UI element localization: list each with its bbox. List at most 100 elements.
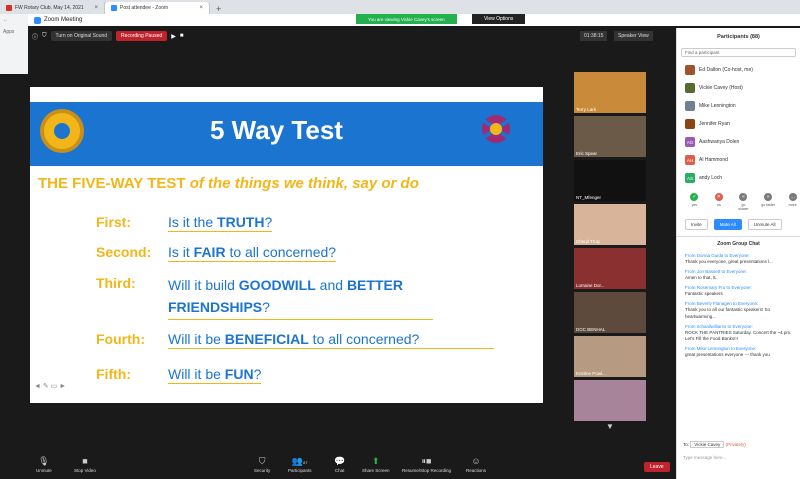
private-label: (Privately): [725, 442, 746, 447]
question-text: Is it FAIR to all concerned?: [168, 244, 337, 262]
reactions-button[interactable]: ☺ Reactions: [466, 456, 486, 473]
browser-tab-rotary[interactable]: FW Rotary Club, May 14, 2021 ×: [0, 2, 105, 14]
back-icon[interactable]: ←: [0, 14, 28, 26]
video-tile[interactable]: Terry Lark: [574, 72, 646, 113]
question-label: Fifth:: [96, 366, 131, 382]
question-label: First:: [96, 214, 131, 230]
share-screen-icon: ⬆: [371, 456, 380, 466]
participants-button[interactable]: 👥87 Participants: [288, 456, 312, 473]
close-tab-icon[interactable]: ×: [94, 5, 98, 11]
microphone-muted-icon: 🎙: [38, 456, 50, 466]
video-tile[interactable]: [574, 380, 646, 421]
browser-sidebar: ← Apps: [0, 14, 28, 74]
participants-panel: Participants (88) Find a participant Ed …: [676, 28, 800, 479]
recipient-select[interactable]: Vickie Cavey: [690, 441, 725, 448]
avatar: [685, 65, 695, 75]
apps-label[interactable]: Apps: [0, 26, 28, 38]
chat-recipient: To: Vickie Cavey (Privately): [683, 441, 746, 448]
browser-tab-label: FW Rotary Club, May 14, 2021: [15, 5, 84, 11]
resume-recording-icon[interactable]: ▶: [171, 33, 176, 40]
shield-icon: ⛉: [258, 456, 266, 466]
unmute-all-button[interactable]: Unmute All: [747, 219, 782, 230]
close-tab-icon[interactable]: ×: [199, 5, 203, 11]
meeting-controls: 🎙 Unmute ■ Stop Video ⛉ Security 👥87 Partici…: [28, 454, 675, 479]
chat-message: From Donna Guida to Everyone: Thank you e…: [685, 253, 773, 265]
question-label: Second:: [96, 244, 152, 260]
participant-row[interactable]: AS andy Loch: [677, 169, 800, 187]
info-icon[interactable]: ⓘ: [32, 32, 38, 41]
video-gallery: Terry Lark Eric Spear NT_Mfenger Cheryl …: [574, 72, 648, 424]
share-screen-button[interactable]: ⬆ Share Screen: [362, 456, 390, 473]
viewing-screen-banner: You are viewing Vickie Cavey's screen: [356, 14, 457, 24]
view-options-button[interactable]: View Options: [472, 14, 526, 24]
avatar: AG: [685, 137, 695, 147]
leave-button[interactable]: Leave: [644, 462, 670, 472]
chat-icon: 💬: [334, 456, 346, 466]
gallery-down-arrow-icon[interactable]: ▼: [606, 422, 614, 431]
window-title: Zoom Meeting: [44, 17, 83, 23]
chat-message: From richardwilliams to Everyone: ROCK TH…: [685, 323, 792, 341]
participant-row[interactable]: Ed Dalton (Co-host, me): [677, 61, 800, 79]
chat-message: From Mike Lennington to Everyone: great p…: [685, 345, 770, 357]
zoom-window: Zoom Meeting You are viewing Vickie Cave…: [28, 14, 800, 479]
meeting-timer: 01:38:15: [580, 31, 608, 41]
invite-button[interactable]: Invite: [685, 219, 708, 230]
security-button[interactable]: ⛉ Security: [254, 456, 270, 473]
stop-recording-icon[interactable]: ■: [180, 33, 184, 39]
shield-icon[interactable]: ⛉: [42, 33, 47, 40]
pause-stop-icon: ⏸■: [421, 456, 432, 466]
nonverbal-feedback: ✓ yes ✕ no «go slower » go faster … more: [677, 193, 800, 211]
slide-nav-controls[interactable]: ◄ ✎ ▭ ►: [34, 382, 66, 390]
chat-message-input[interactable]: Type message here...: [683, 455, 726, 460]
browser-tab-zoom[interactable]: Post attendee - Zoom ×: [105, 2, 210, 14]
chat-message: From Beverly Flanagen to Everyone: Thank …: [685, 301, 771, 319]
question-text: Will it be BENEFICIAL to all concerned?: [168, 331, 494, 349]
original-sound-button[interactable]: Turn on Original Sound: [50, 31, 113, 41]
video-tile[interactable]: Kristine Powl...: [574, 336, 646, 377]
new-tab-icon[interactable]: +: [210, 4, 227, 14]
participant-row[interactable]: AG Aashwanya Dolen: [677, 133, 800, 151]
participant-row[interactable]: Jennifer Ryan: [677, 115, 800, 133]
more-reactions-button[interactable]: … more: [785, 193, 800, 211]
chat-title: Zoom Group Chat: [677, 236, 800, 251]
participant-row[interactable]: Mike Lennington: [677, 97, 800, 115]
participants-icon: 👥87: [291, 456, 308, 466]
go-slower-button[interactable]: «go slower: [736, 193, 751, 211]
subtitle-italic: of the things we think, say or do: [189, 175, 419, 192]
subtitle-plain: THE FIVE-WAY TEST: [38, 175, 190, 192]
speaker-view-button[interactable]: Speaker View: [614, 31, 653, 41]
avatar: AS: [685, 173, 695, 183]
chat-button[interactable]: 💬 Chat: [334, 456, 345, 473]
participant-actions: Invite Mute All Unmute All: [677, 211, 800, 236]
participant-row[interactable]: AH Al Hammond: [677, 151, 800, 169]
search-participant-input[interactable]: Find a participant: [681, 48, 796, 57]
go-faster-button[interactable]: » go faster: [761, 193, 776, 211]
participant-row[interactable]: Vickie Cavey (Host): [677, 79, 800, 97]
video-tile[interactable]: DOC BENHAL: [574, 292, 646, 333]
participants-panel-title: Participants (88): [717, 34, 760, 40]
unmute-button[interactable]: 🎙 Unmute: [36, 456, 52, 473]
video-tile[interactable]: NT_Mfenger: [574, 160, 646, 201]
avatar: [685, 101, 695, 111]
stop-video-button[interactable]: ■ Stop Video: [74, 456, 96, 473]
slide-subtitle: THE FIVE-WAY TEST of the things we think…: [38, 175, 419, 192]
record-button[interactable]: ⏸■ Resume/Stop Recording: [402, 456, 451, 473]
recording-paused-badge: Recording Paused: [116, 31, 168, 41]
yes-reaction-button[interactable]: ✓ yes: [687, 193, 702, 211]
gmail-favicon-icon: [6, 5, 12, 11]
no-reaction-button[interactable]: ✕ no: [712, 193, 727, 211]
browser-tab-strip: FW Rotary Club, May 14, 2021 × Post atte…: [0, 0, 800, 14]
chat-message: From Jon Bassett to Everyone: Amen to tha…: [685, 269, 747, 281]
video-tile[interactable]: Lorraine Dor...: [574, 248, 646, 289]
video-tile[interactable]: Cheryl Truly: [574, 204, 646, 245]
rewind-icon: «: [739, 193, 748, 201]
question-text: Will it be FUN?: [168, 366, 262, 384]
question-label: Fourth:: [96, 331, 145, 347]
video-tile[interactable]: Eric Spear: [574, 116, 646, 157]
mute-all-button[interactable]: Mute All: [713, 219, 742, 230]
avatar: AH: [685, 155, 695, 165]
rotary-logo-icon: [40, 109, 84, 153]
zoom-logo-icon: [34, 16, 41, 24]
slide-title: 5 Way Test: [210, 115, 343, 145]
smile-icon: ☺: [471, 456, 481, 466]
